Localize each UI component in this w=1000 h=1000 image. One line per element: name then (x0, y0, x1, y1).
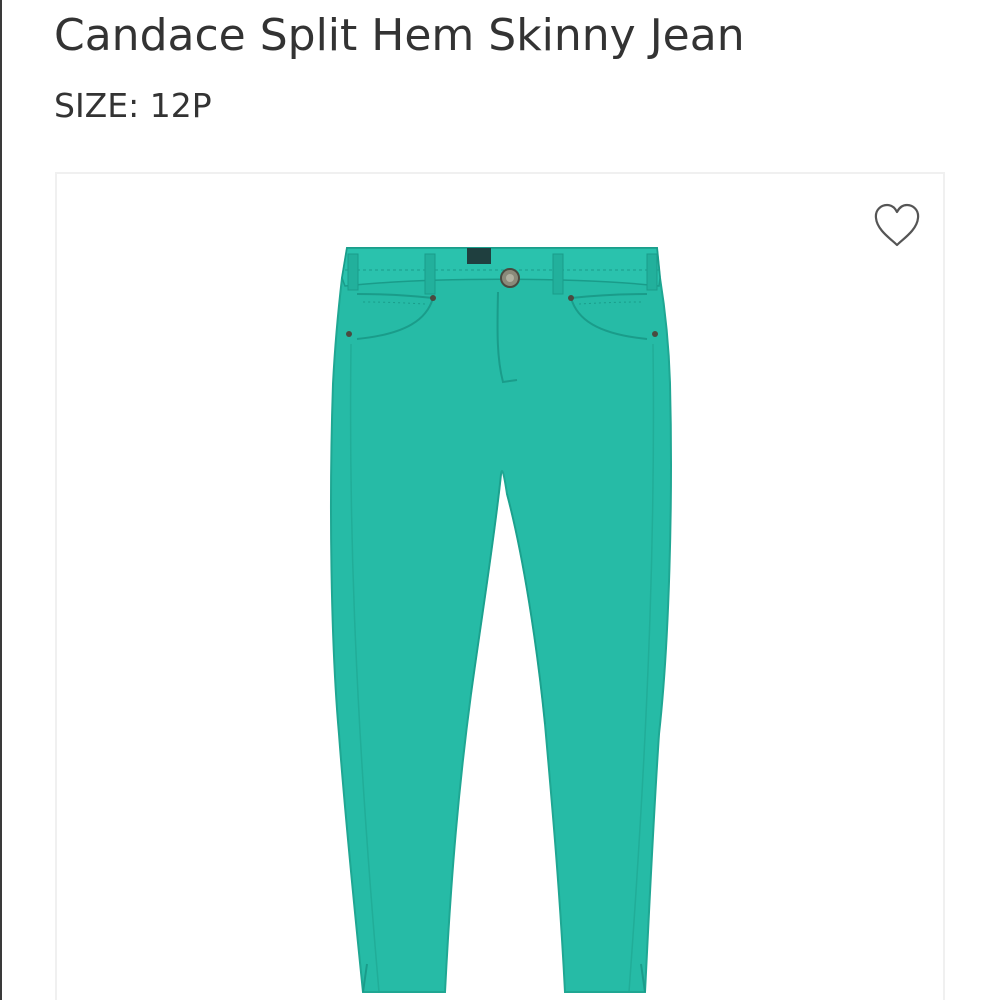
belt-loop (424, 253, 436, 295)
product-size: SIZE: 12P (54, 86, 212, 125)
heart-outline-icon (874, 203, 920, 247)
brand-label (467, 248, 491, 264)
product-image[interactable] (57, 174, 943, 1000)
favorite-button[interactable] (871, 200, 923, 252)
product-image-card (55, 172, 945, 1000)
window-edge (0, 0, 2, 1000)
belt-loop (347, 253, 359, 291)
jeans-illustration (330, 247, 672, 993)
belt-loop (646, 253, 658, 291)
jeans-body (330, 247, 672, 993)
belt-loop (552, 253, 564, 295)
product-title: Candace Split Hem Skinny Jean (54, 10, 745, 61)
